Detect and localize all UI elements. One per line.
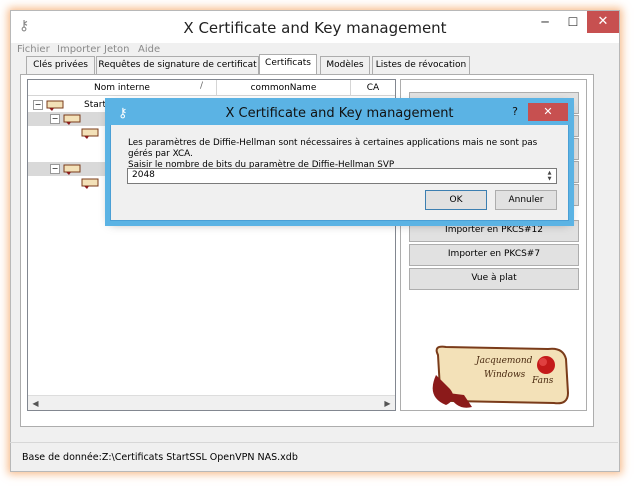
flat-view-button[interactable]: Vue à plat (409, 268, 579, 290)
tree-row-grandchild-2[interactable] (28, 176, 118, 190)
tab-revocation-lists[interactable]: Listes de révocation (372, 56, 470, 74)
dialog-close-button[interactable]: ✕ (528, 103, 568, 121)
dialog-message-line-1: Les paramètres de Diffie-Hellman sont né… (128, 138, 538, 159)
dialog-title: X Certificate and Key management (225, 106, 454, 121)
maximize-button[interactable]: ☐ (559, 11, 587, 33)
tab-private-keys[interactable]: Clés privées (26, 56, 95, 74)
close-button[interactable]: ✕ (587, 11, 619, 33)
logo-line-1: Jacquemond (474, 356, 533, 366)
menu-jeton[interactable]: Jeton (104, 44, 129, 55)
collapse-icon[interactable]: − (50, 164, 60, 174)
column-common-name[interactable]: commonName (217, 80, 351, 96)
dh-bits-spinbox[interactable]: 2048 ▲ ▼ (127, 168, 557, 184)
ok-button[interactable]: OK (425, 190, 487, 210)
collapse-icon[interactable]: − (50, 114, 60, 124)
logo-line-2: Windows (484, 370, 526, 380)
dialog-help-button[interactable]: ? (508, 105, 522, 121)
menu-aide[interactable]: Aide (138, 44, 160, 55)
tree-row-child-2[interactable]: − (28, 162, 118, 176)
tree-header: Nom interne / commonName CA (28, 80, 395, 96)
spin-down-icon[interactable]: ▼ (544, 176, 555, 182)
certificate-icon (46, 100, 64, 111)
dh-bits-value[interactable]: 2048 (132, 170, 155, 180)
tree-row-grandchild-1[interactable] (28, 126, 118, 140)
tab-csr[interactable]: Requêtes de signature de certificat (96, 56, 259, 74)
scroll-logo: Jacquemond Windows Fans (432, 345, 570, 408)
certificate-icon (63, 114, 81, 125)
menu-importer[interactable]: Importer (57, 44, 100, 55)
import-pkcs7-button[interactable]: Importer en PKCS#7 (409, 244, 579, 266)
sort-indicator-icon: / (200, 81, 204, 91)
minimize-button[interactable]: ─ (531, 11, 559, 33)
window-title: X Certificate and Key management (183, 19, 447, 37)
tree-row-child-1[interactable]: − (28, 112, 118, 126)
scroll-left-icon[interactable]: ◀ (28, 396, 43, 411)
column-internal-name[interactable]: Nom interne (28, 80, 217, 96)
certificate-icon (81, 178, 99, 189)
column-ca[interactable]: CA (351, 80, 395, 96)
cancel-button[interactable]: Annuler (495, 190, 557, 210)
logo-line-3: Fans (531, 376, 554, 386)
import-pkcs12-button[interactable]: Importer en PKCS#12 (409, 220, 579, 242)
tab-templates[interactable]: Modèles (320, 56, 370, 74)
title-bar: ⚷ X Certificate and Key management ─ ☐ ✕ (11, 11, 619, 43)
diffie-hellman-dialog: ⚷ X Certificate and Key management ? ✕ L… (110, 103, 569, 221)
dialog-title-bar: ⚷ X Certificate and Key management ? ✕ (110, 103, 569, 125)
collapse-icon[interactable]: − (33, 100, 43, 110)
tab-certificates[interactable]: Certificats (259, 54, 317, 75)
dialog-message: Les paramètres de Diffie-Hellman sont né… (128, 138, 558, 171)
tree-root-label: Start (84, 100, 106, 110)
horizontal-scrollbar[interactable]: ◀ ▶ (28, 395, 395, 410)
scroll-right-icon[interactable]: ▶ (380, 396, 395, 411)
menu-fichier[interactable]: Fichier (17, 44, 50, 55)
certificate-icon (81, 128, 99, 139)
certificate-icon (63, 164, 81, 175)
